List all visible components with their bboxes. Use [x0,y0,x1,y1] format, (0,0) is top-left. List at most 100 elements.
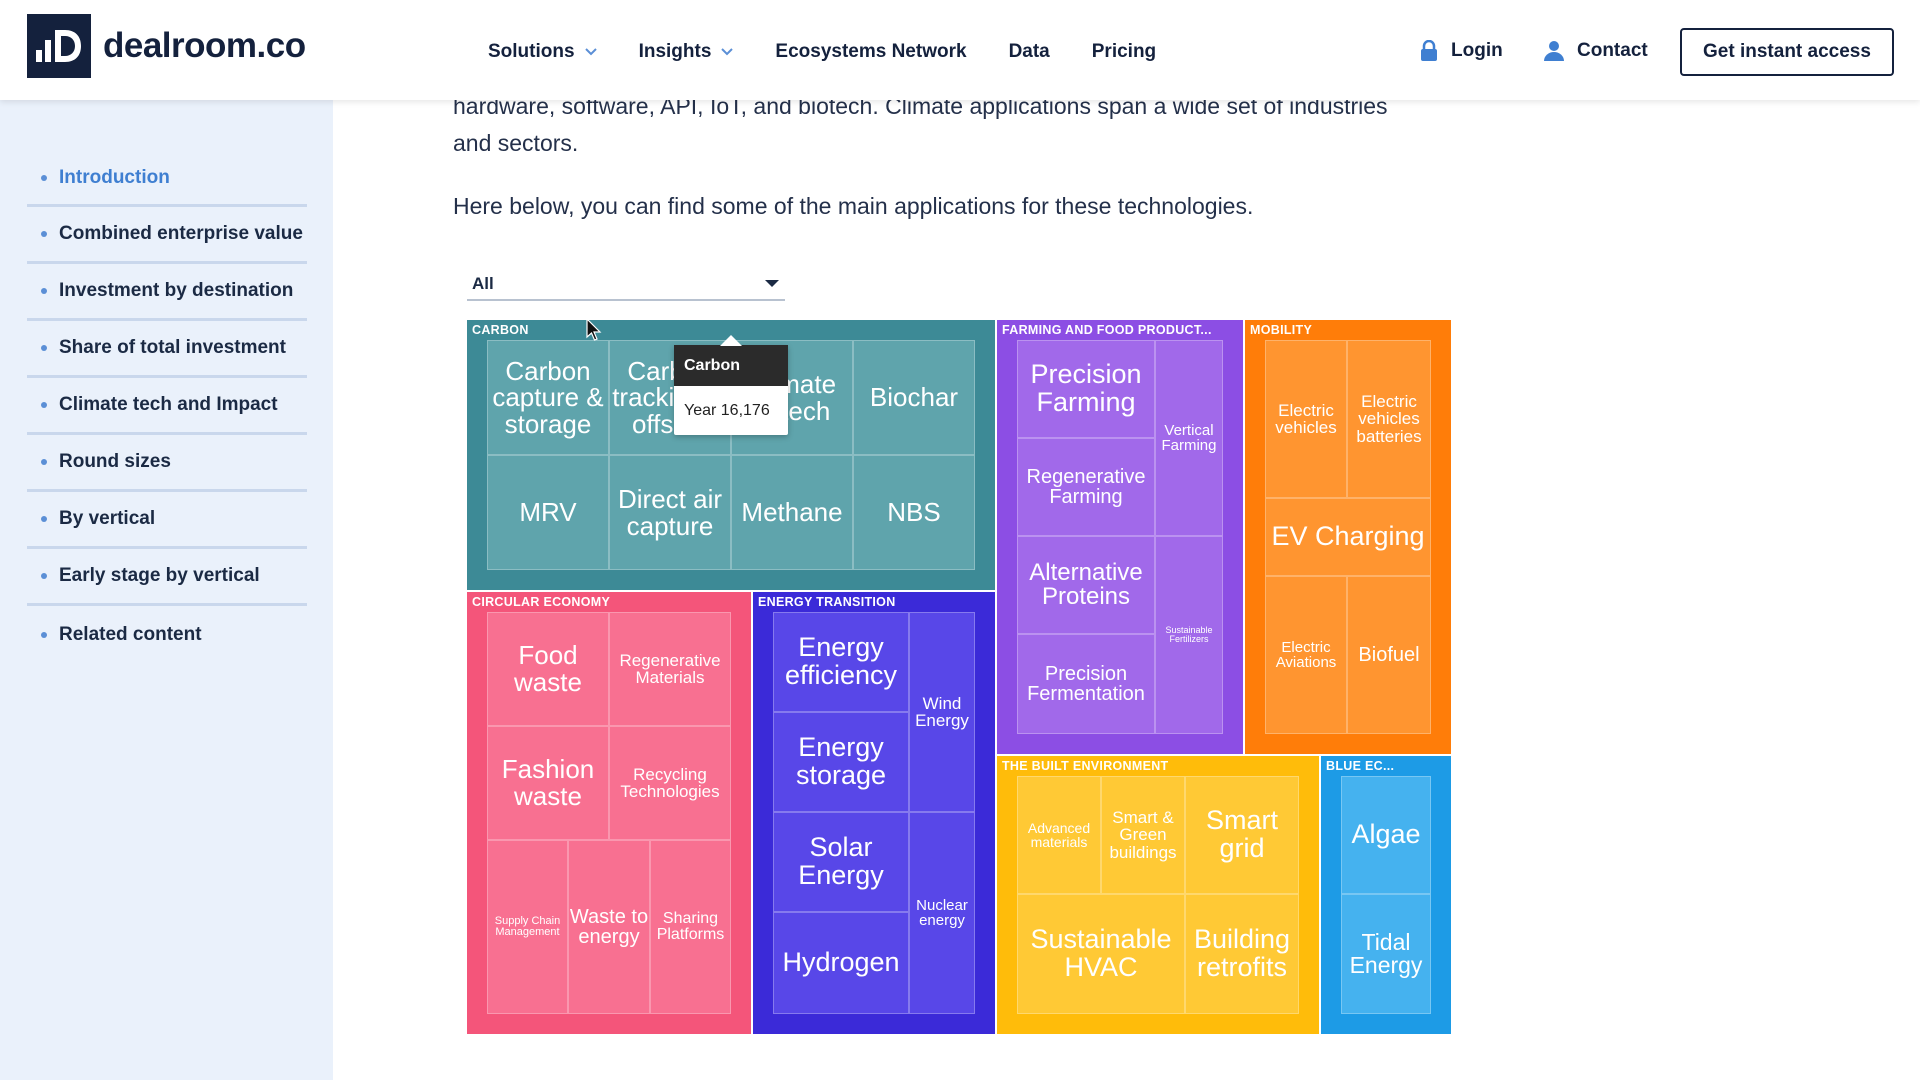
toc-label: Investment by destination [59,280,294,301]
tile-nbs[interactable]: NBS [853,455,975,570]
toc-item-early-stage-by-vertical[interactable]: Early stage by vertical [27,549,307,606]
tile-regenerative-farming[interactable]: Regenerative Farming [1017,438,1155,536]
bullet-icon [41,573,47,579]
tooltip-value: Year 16,176 [684,401,770,419]
group-farming-and-food[interactable]: FARMING AND FOOD PRODUCT... Precision Fa… [997,320,1243,754]
tile-smart-grid[interactable]: Smart grid [1185,776,1299,894]
climate-tech-treemap: CARBON Carbon capture & storage Carbon t… [467,320,1451,1034]
logo-text: dealroom.co [103,26,306,65]
tile-food-waste[interactable]: Food waste [487,612,609,726]
tile-solar-energy[interactable]: Solar Energy [773,812,909,912]
tile-nuclear-energy[interactable]: Nuclear energy [909,812,975,1014]
bullet-icon [41,231,47,237]
tile-regenerative-materials[interactable]: Regenerative Materials [609,612,731,726]
tile-vertical-farming[interactable]: Vertical Farming [1155,340,1223,536]
nav-pricing[interactable]: Pricing [1092,41,1156,63]
user-icon [1544,41,1564,61]
tile-sharing-platforms[interactable]: Sharing Platforms [650,840,731,1014]
toc-item-climate-tech-and-impact[interactable]: Climate tech and Impact [27,378,307,435]
tile-electric-vehicles[interactable]: Electric vehicles [1265,340,1347,498]
bullet-icon [41,345,47,351]
get-instant-access-button[interactable]: Get instant access [1680,28,1894,76]
tile-sustainable-fertilizers[interactable]: Sustainable Fertilizers [1155,536,1223,734]
toc-label: Share of total investment [59,337,286,358]
nav-label: Ecosystems Network [775,41,967,62]
toc-label: Related content [59,623,202,645]
tooltip-title: Carbon [674,345,788,386]
tile-biofuel[interactable]: Biofuel [1347,576,1431,734]
group-energy-transition[interactable]: ENERGY TRANSITION Energy efficiency Ener… [753,592,995,1034]
tile-biochar[interactable]: Biochar [853,340,975,455]
tile-carbon-capture[interactable]: Carbon capture & storage [487,340,609,455]
main-nav: Solutions Insights Ecosystems Network Da… [488,36,1198,68]
nav-data[interactable]: Data [1009,41,1050,63]
toc-item-investment-by-destination[interactable]: Investment by destination [27,264,307,321]
group-label: BLUE EC... [1326,759,1395,773]
tile-alternative-proteins[interactable]: Alternative Proteins [1017,536,1155,634]
tile-methane[interactable]: Methane [731,455,853,570]
group-label: CARBON [472,323,529,337]
login-label: Login [1451,40,1503,61]
toc-item-share-of-total-investment[interactable]: Share of total investment [27,321,307,378]
tile-mrv[interactable]: MRV [487,455,609,570]
bullet-icon [41,175,47,181]
logo-mark-icon [27,14,91,78]
tile-smart-green-buildings[interactable]: Smart & Green buildings [1101,776,1185,894]
tile-waste-to-energy[interactable]: Waste to energy [568,840,650,1014]
group-label: THE BUILT ENVIRONMENT [1002,759,1169,773]
nav-ecosystems-network[interactable]: Ecosystems Network [775,41,966,63]
table-of-contents: Introduction Combined enterprise value I… [27,152,307,663]
group-built-environment[interactable]: THE BUILT ENVIRONMENT Advanced materials… [997,756,1319,1034]
toc-label: Introduction [59,167,170,188]
toc-item-related-content[interactable]: Related content [27,606,307,663]
tile-precision-farming[interactable]: Precision Farming [1017,340,1155,438]
nav-solutions[interactable]: Solutions [488,41,597,63]
group-label: FARMING AND FOOD PRODUCT... [1002,323,1212,337]
tile-wind-energy[interactable]: Wind Energy [909,612,975,812]
tile-precision-fermentation[interactable]: Precision Fermentation [1017,634,1155,734]
contact-link[interactable]: Contact [1543,40,1648,62]
chevron-down-icon [584,48,597,56]
tile-hydrogen[interactable]: Hydrogen [773,912,909,1014]
category-filter-dropdown[interactable]: All [467,268,785,301]
login-link[interactable]: Login [1419,40,1503,62]
dropdown-value: All [472,273,494,293]
toc-item-round-sizes[interactable]: Round sizes [27,435,307,492]
contact-label: Contact [1577,40,1648,61]
tile-building-retrofits[interactable]: Building retrofits [1185,894,1299,1014]
treemap-tooltip: Carbon Year 16,176 [674,335,788,435]
toc-label: Round sizes [59,451,171,472]
tile-sustainable-hvac[interactable]: Sustainable HVAC [1017,894,1185,1014]
nav-label: Solutions [488,41,575,62]
lock-icon [1421,40,1437,61]
tile-advanced-materials[interactable]: Advanced materials [1017,776,1101,894]
tile-tidal-energy[interactable]: Tidal Energy [1341,894,1431,1014]
group-mobility[interactable]: MOBILITY Electric vehicles Electric vehi… [1245,320,1451,754]
toc-label: Climate tech and Impact [59,394,278,415]
tile-supply-chain-management[interactable]: Supply Chain Management [487,840,568,1014]
group-circular-economy[interactable]: CIRCULAR ECONOMY Food waste Regenerative… [467,592,751,1034]
tile-electric-aviations[interactable]: Electric Aviations [1265,576,1347,734]
tile-energy-efficiency[interactable]: Energy efficiency [773,612,909,712]
tile-fashion-waste[interactable]: Fashion waste [487,726,609,840]
bullet-icon [41,516,47,522]
sidebar: Introduction Combined enterprise value I… [0,100,333,1080]
toc-label: By vertical [59,508,156,529]
toc-item-by-vertical[interactable]: By vertical [27,492,307,549]
tile-energy-storage[interactable]: Energy storage [773,712,909,812]
group-label: ENERGY TRANSITION [758,595,896,609]
tile-direct-air-capture[interactable]: Direct air capture [609,455,731,570]
tile-ev-batteries[interactable]: Electric vehicles batteries [1347,340,1431,498]
mouse-cursor-icon [586,318,602,341]
caret-down-icon [765,280,779,287]
toc-item-introduction[interactable]: Introduction [27,152,307,207]
dealroom-logo[interactable]: dealroom.co [27,14,306,78]
tile-algae[interactable]: Algae [1341,776,1431,894]
toc-item-combined-enterprise-value[interactable]: Combined enterprise value [27,207,307,264]
bullet-icon [41,459,47,465]
bullet-icon [41,402,47,408]
group-blue-economy[interactable]: BLUE EC... Algae Tidal Energy [1321,756,1451,1034]
tile-recycling-technologies[interactable]: Recycling Technologies [609,726,731,840]
nav-insights[interactable]: Insights [639,41,734,63]
tile-ev-charging[interactable]: EV Charging [1265,498,1431,576]
